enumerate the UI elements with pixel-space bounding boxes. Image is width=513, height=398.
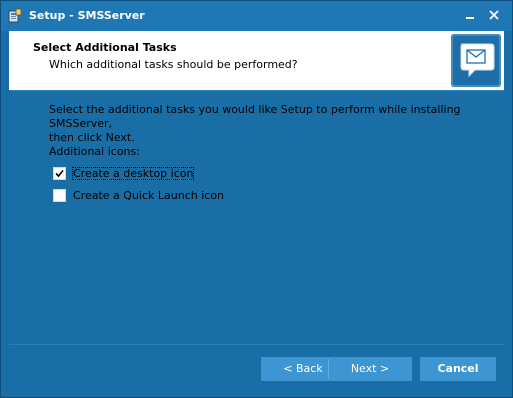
window-title: Setup - SMSServer	[29, 9, 145, 22]
quick-launch-label[interactable]: Create a Quick Launch icon	[72, 189, 225, 202]
checkmark-icon	[55, 169, 64, 177]
button-separator	[328, 359, 329, 379]
wizard-header: Select Additional Tasks Which additional…	[9, 31, 504, 90]
additional-icons-label: Additional icons:	[49, 145, 140, 158]
quick-launch-option[interactable]: Create a Quick Launch icon	[53, 187, 225, 203]
next-button[interactable]: Next >	[328, 357, 412, 381]
minimize-icon[interactable]	[459, 6, 481, 24]
desktop-icon-option[interactable]: Create a desktop icon	[53, 165, 195, 181]
instructions-line-1: Select the additional tasks you would li…	[49, 103, 461, 130]
instructions-text: Select the additional tasks you would li…	[49, 103, 489, 145]
title-bar[interactable]: Setup - SMSServer	[1, 1, 512, 31]
footer-divider	[9, 344, 504, 345]
envelope-chat-icon	[451, 34, 501, 87]
setup-window: Setup - SMSServer Select Additional Task…	[0, 0, 513, 398]
page-subtitle: Which additional tasks should be perform…	[49, 58, 298, 71]
cancel-button[interactable]: Cancel	[420, 357, 496, 381]
desktop-icon-checkbox[interactable]	[53, 166, 66, 180]
setup-app-icon	[7, 8, 23, 24]
header-divider	[9, 90, 504, 91]
page-title: Select Additional Tasks	[33, 41, 177, 54]
quick-launch-checkbox[interactable]	[53, 188, 66, 202]
close-icon[interactable]	[483, 6, 505, 24]
desktop-icon-label[interactable]: Create a desktop icon	[72, 166, 195, 180]
instructions-line-2: then click Next.	[49, 131, 135, 144]
